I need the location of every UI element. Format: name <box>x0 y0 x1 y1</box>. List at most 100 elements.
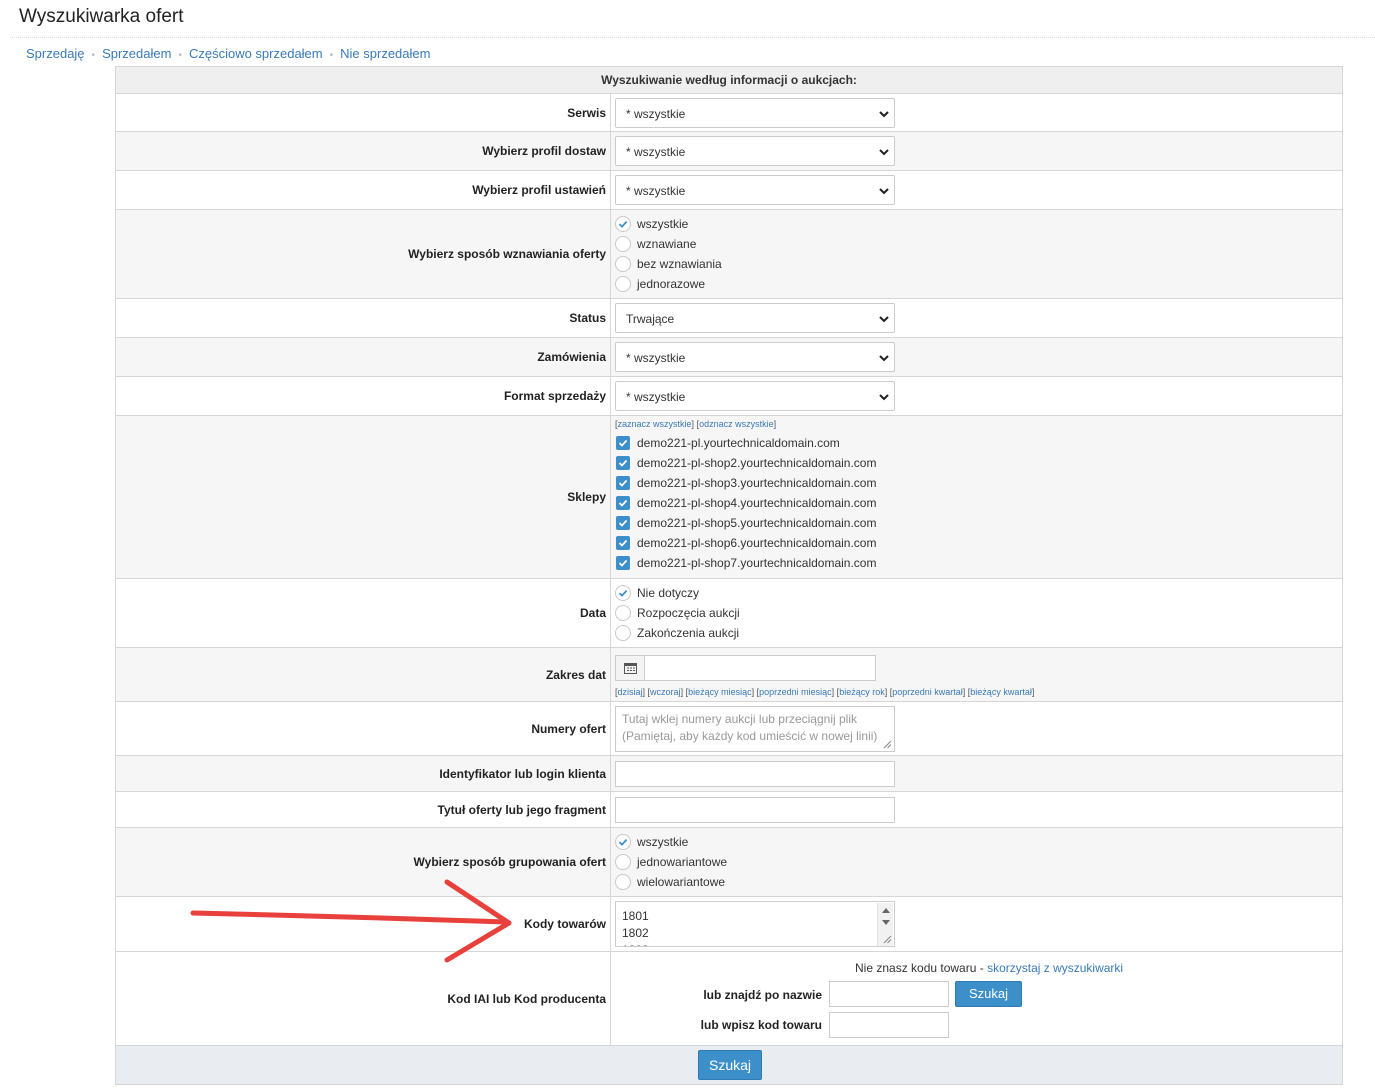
product-codes-textarea[interactable]: 1801 1802 1803 <box>615 901 895 947</box>
profil-ustawien-select[interactable]: * wszystkie <box>615 175 895 205</box>
radio-icon[interactable] <box>615 276 631 292</box>
kody-towarow-label: Kody towarów <box>115 896 611 952</box>
date-shortcut-link[interactable]: wczoraj <box>650 687 681 697</box>
product-code-input[interactable] <box>829 1011 949 1038</box>
data-option[interactable]: Zakończenia aukcji <box>615 623 1342 643</box>
offer-numbers-textarea[interactable]: Tutaj wklej numery aukcji lub przeciągni… <box>615 705 895 752</box>
serwis-select-value: * wszystkie <box>626 106 686 121</box>
status-select-value: Trwające <box>626 312 675 326</box>
checkbox-checked-icon[interactable] <box>616 536 630 550</box>
sklepy-label: Sklepy <box>115 415 611 579</box>
scroll-down-icon[interactable] <box>882 920 890 925</box>
radio-icon[interactable] <box>615 625 631 641</box>
grupowanie-option[interactable]: wszystkie <box>615 832 1342 852</box>
data-option[interactable]: Rozpoczęcia aukcji <box>615 603 1342 623</box>
shop-option[interactable]: demo221-pl-shop3.yourtechnicaldomain.com <box>615 473 1342 493</box>
tab-sprzedalem[interactable]: Sprzedałem <box>102 46 171 61</box>
serwis-select[interactable]: * wszystkie <box>615 97 895 128</box>
date-shortcut-link[interactable]: bieżący rok <box>839 687 885 697</box>
submit-search-button[interactable]: Szukaj <box>698 1050 762 1080</box>
checkbox-checked-icon[interactable] <box>616 476 630 490</box>
sklepy-checkbox-list: demo221-pl.yourtechnicaldomain.com demo2… <box>615 430 1342 576</box>
resize-grip-icon[interactable] <box>883 740 892 749</box>
format-select[interactable]: * wszystkie <box>615 381 895 411</box>
date-shortcut-link[interactable]: bieżący kwartał <box>970 687 1032 697</box>
grupowanie-label: Wybierz sposób grupowania ofert <box>115 827 611 897</box>
profil-dostaw-label: Wybierz profil dostaw <box>115 131 611 171</box>
checkbox-checked-icon[interactable] <box>616 436 630 450</box>
data-option[interactable]: Nie dotyczy <box>615 583 1342 603</box>
tab-nie-sprzedalem[interactable]: Nie sprzedałem <box>340 46 430 61</box>
chevron-down-icon <box>879 394 889 401</box>
page-title: Wyszukiwarka ofert <box>19 6 184 27</box>
radio-checked-icon[interactable] <box>615 834 631 850</box>
shop-option[interactable]: demo221-pl-shop5.yourtechnicaldomain.com <box>615 513 1342 533</box>
date-shortcut-link[interactable]: dzisiaj <box>618 687 643 697</box>
iai-hint-text: Nie znasz kodu towaru - <box>855 960 984 975</box>
tab-separator: • <box>91 50 96 61</box>
radio-icon[interactable] <box>615 605 631 621</box>
grupowanie-option[interactable]: jednowariantowe <box>615 852 1342 872</box>
wznawianie-option[interactable]: wznawiane <box>615 234 1342 254</box>
row-wznawianie: Wybierz sposób wznawiania oferty wszystk… <box>115 209 1343 299</box>
date-shortcut-link[interactable]: poprzedni miesiąc <box>759 687 832 697</box>
find-by-name-button[interactable]: Szukaj <box>955 980 1022 1007</box>
row-submit: Szukaj <box>115 1045 1343 1085</box>
shop-option[interactable]: demo221-pl-shop2.yourtechnicaldomain.com <box>615 453 1342 473</box>
deselect-all-link[interactable]: odznacz wszystkie <box>699 419 774 429</box>
subnav-tabs: Sprzedaję • Sprzedałem • Częściowo sprzedałe… <box>26 46 430 61</box>
tytul-label: Tytuł oferty lub jego fragment <box>115 791 611 828</box>
wznawianie-option[interactable]: bez wznawiania <box>615 254 1342 274</box>
title-divider <box>10 37 1375 38</box>
tab-sprzedaje[interactable]: Sprzedaję <box>26 46 85 61</box>
tab-czesciowo-sprzedalem[interactable]: Częściowo sprzedałem <box>189 46 323 61</box>
offer-title-input[interactable] <box>615 796 895 823</box>
date-range-input[interactable] <box>644 654 876 681</box>
profil-dostaw-select[interactable]: * wszystkie <box>615 136 895 166</box>
shop-option[interactable]: demo221-pl-shop6.yourtechnicaldomain.com <box>615 533 1342 553</box>
radio-checked-icon[interactable] <box>615 585 631 601</box>
checkbox-checked-icon[interactable] <box>616 496 630 510</box>
wznawianie-option[interactable]: jednorazowe <box>615 274 1342 294</box>
kod-iai-label: Kod IAI lub Kod producenta <box>115 951 611 1046</box>
iai-search-link[interactable]: skorzystaj z wyszukiwarki <box>987 961 1123 975</box>
row-profil-dostaw: Wybierz profil dostaw * wszystkie <box>115 131 1343 171</box>
radio-icon[interactable] <box>615 854 631 870</box>
grupowanie-option-label: wszystkie <box>637 835 689 849</box>
wznawianie-option[interactable]: wszystkie <box>615 214 1342 234</box>
iai-hint: Nie znasz kodu towaru - skorzystaj z wys… <box>855 961 1123 975</box>
wznawianie-option-label: bez wznawiania <box>637 257 722 271</box>
enter-code-label: lub wpisz kod towaru <box>700 1017 822 1032</box>
date-shortcut-link[interactable]: bieżący miesiąc <box>688 687 752 697</box>
radio-icon[interactable] <box>615 256 631 272</box>
wznawianie-radio-group: wszystkie wznawiane bez wznawiania jedno… <box>615 211 1342 297</box>
resize-grip-icon[interactable] <box>883 935 892 944</box>
find-by-name-input[interactable] <box>829 980 949 1007</box>
client-id-input[interactable] <box>615 760 895 787</box>
row-sklepy: Sklepy [zaznacz wszystkie] [odznacz wszy… <box>115 415 1343 579</box>
checkbox-checked-icon[interactable] <box>616 456 630 470</box>
find-by-name-label: lub znajdź po nazwie <box>703 987 822 1002</box>
checkbox-checked-icon[interactable] <box>616 556 630 570</box>
calendar-icon[interactable] <box>615 654 644 681</box>
chevron-down-icon <box>879 355 889 362</box>
data-label: Data <box>115 578 611 648</box>
shop-option[interactable]: demo221-pl.yourtechnicaldomain.com <box>615 433 1342 453</box>
row-status: Status Trwające <box>115 298 1343 338</box>
checkbox-checked-icon[interactable] <box>616 516 630 530</box>
shop-label: demo221-pl.yourtechnicaldomain.com <box>637 436 840 450</box>
data-option-label: Zakończenia aukcji <box>637 626 740 640</box>
date-shortcut-link[interactable]: poprzedni kwartał <box>892 687 963 697</box>
radio-icon[interactable] <box>615 236 631 252</box>
select-all-link[interactable]: zaznacz wszystkie <box>618 419 692 429</box>
shop-option[interactable]: demo221-pl-shop7.yourtechnicaldomain.com <box>615 553 1342 573</box>
status-select[interactable]: Trwające <box>615 303 895 333</box>
grupowanie-option[interactable]: wielowariantowe <box>615 872 1342 892</box>
data-radio-group: Nie dotyczy Rozpoczęcia aukcji Zakończen… <box>615 580 1342 646</box>
scroll-up-icon[interactable] <box>882 908 890 913</box>
radio-checked-icon[interactable] <box>615 216 631 232</box>
zamowienia-select[interactable]: * wszystkie <box>615 342 895 372</box>
shop-option[interactable]: demo221-pl-shop4.yourtechnicaldomain.com <box>615 493 1342 513</box>
radio-icon[interactable] <box>615 874 631 890</box>
grupowanie-radio-group: wszystkie jednowariantowe wielowariantow… <box>615 829 1342 895</box>
